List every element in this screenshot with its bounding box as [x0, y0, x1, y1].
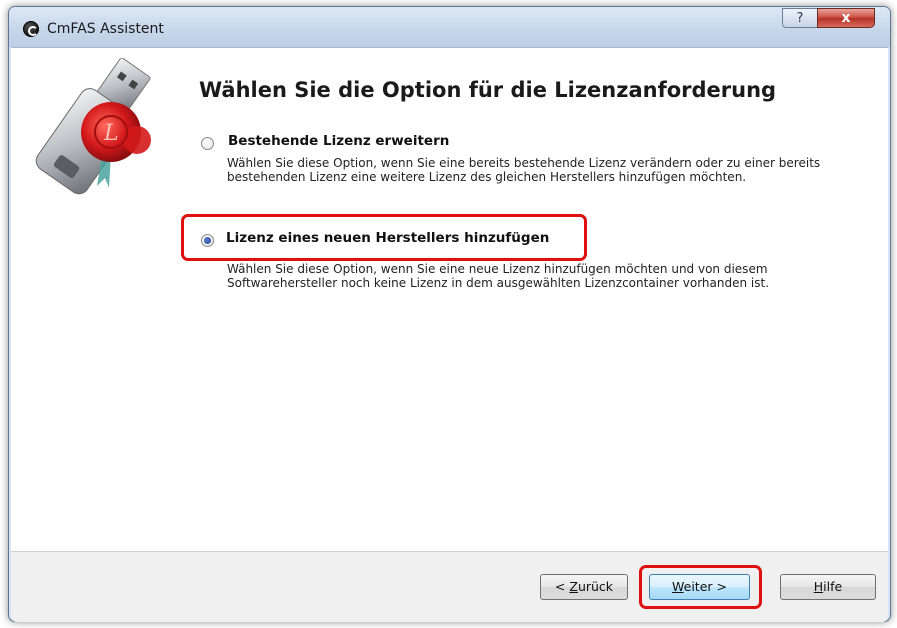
back-button[interactable]: < Zurück	[540, 574, 628, 600]
title-bar[interactable]: CmFAS Assistent ? x	[9, 7, 890, 47]
close-button[interactable]: x	[817, 8, 875, 28]
svg-text:L: L	[103, 121, 119, 146]
usb-dongle-seal-icon: L	[35, 58, 151, 195]
next-button-highlight	[639, 565, 762, 609]
option-extend-label[interactable]: Bestehende Lizenz erweitern	[228, 133, 449, 149]
button-bar: < Zurück Weiter > Hilfe	[11, 551, 888, 622]
window-title: CmFAS Assistent	[47, 21, 164, 37]
option-extend-description: Wählen Sie diese Option, wenn Sie eine b…	[227, 156, 821, 184]
page-heading: Wählen Sie die Option für die Lizenzanfo…	[199, 78, 777, 102]
option-new-vendor-highlight	[181, 214, 587, 261]
help-button[interactable]: Hilfe	[780, 574, 876, 600]
help-titlebar-button[interactable]: ?	[782, 8, 818, 28]
app-icon	[23, 21, 39, 37]
option-new-vendor-description: Wählen Sie diese Option, wenn Sie eine n…	[227, 262, 770, 290]
option-extend-radio[interactable]	[201, 137, 214, 150]
